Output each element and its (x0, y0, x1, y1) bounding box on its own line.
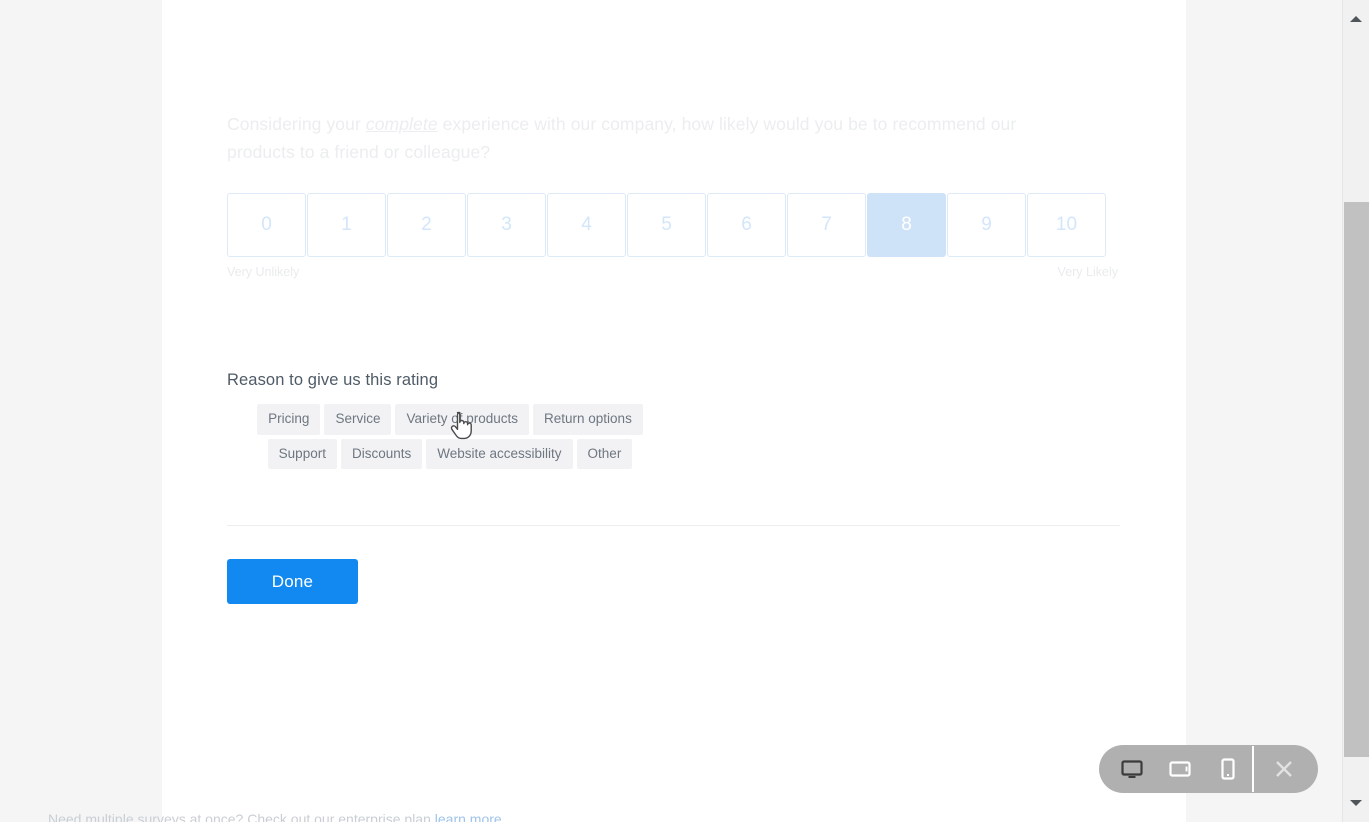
nps-option-0[interactable]: 0 (227, 193, 306, 257)
scroll-down-arrow-icon (1350, 800, 1362, 806)
toolbar-separator (1252, 746, 1254, 792)
desktop-icon (1121, 760, 1143, 778)
done-button[interactable]: Done (227, 559, 358, 604)
reason-section-title: Reason to give us this rating (227, 371, 439, 389)
reason-tag-list: Pricing Service Variety of products Retu… (227, 404, 673, 469)
nps-option-10[interactable]: 10 (1027, 193, 1106, 257)
nps-option-4[interactable]: 4 (547, 193, 626, 257)
nps-option-6[interactable]: 6 (707, 193, 786, 257)
nps-low-label: Very Unlikely (227, 265, 300, 279)
nps-question-prefix: Considering your (227, 114, 366, 134)
survey-content: Considering your complete experience wit… (227, 0, 1120, 604)
nps-question-emphasis: complete (365, 114, 438, 134)
nps-question: Considering your complete experience wit… (227, 0, 1067, 166)
nps-scale: 0 1 2 3 4 5 6 7 8 9 10 (227, 193, 1120, 257)
scroll-up-arrow-icon (1350, 16, 1362, 22)
scrollbar-up-button[interactable] (1343, 8, 1369, 30)
nps-option-8[interactable]: 8 (867, 193, 946, 257)
tablet-preview-button[interactable] (1156, 745, 1204, 793)
footer-text: Need multiple surveys at once? Check out… (48, 811, 431, 822)
scrollbar-thumb[interactable] (1344, 202, 1369, 757)
tablet-icon (1169, 761, 1191, 777)
nps-option-3[interactable]: 3 (467, 193, 546, 257)
section-divider (227, 525, 1120, 526)
scrollbar-down-button[interactable] (1343, 792, 1369, 814)
desktop-preview-button[interactable] (1108, 745, 1156, 793)
reason-tag-return-options[interactable]: Return options (533, 404, 643, 435)
browser-viewport: Considering your complete experience wit… (0, 0, 1342, 822)
nps-option-5[interactable]: 5 (627, 193, 706, 257)
reason-tag-service[interactable]: Service (324, 404, 392, 435)
footer-clipped-text: Need multiple surveys at once? Check out… (0, 811, 1342, 822)
nps-scale-legend: Very Unlikely Very Likely (227, 265, 1118, 279)
mobile-icon (1221, 758, 1235, 780)
close-icon (1276, 761, 1292, 777)
nps-high-label: Very Likely (1057, 265, 1118, 279)
mobile-preview-button[interactable] (1204, 745, 1252, 793)
close-preview-button[interactable] (1260, 745, 1308, 793)
reason-tag-pricing[interactable]: Pricing (257, 404, 321, 435)
nps-option-9[interactable]: 9 (947, 193, 1026, 257)
reason-tag-support[interactable]: Support (267, 438, 337, 469)
survey-panel: Considering your complete experience wit… (162, 0, 1186, 822)
reason-tag-variety-of-products[interactable]: Variety of products (395, 404, 530, 435)
footer-link[interactable]: learn more (435, 811, 502, 822)
nps-option-7[interactable]: 7 (787, 193, 866, 257)
reason-tag-discounts[interactable]: Discounts (340, 438, 423, 469)
device-preview-toolbar (1099, 745, 1318, 793)
nps-option-1[interactable]: 1 (307, 193, 386, 257)
nps-option-2[interactable]: 2 (387, 193, 466, 257)
reason-tag-website-accessibility[interactable]: Website accessibility (426, 438, 573, 469)
reason-tag-other[interactable]: Other (576, 438, 633, 469)
vertical-scrollbar[interactable] (1342, 0, 1369, 822)
